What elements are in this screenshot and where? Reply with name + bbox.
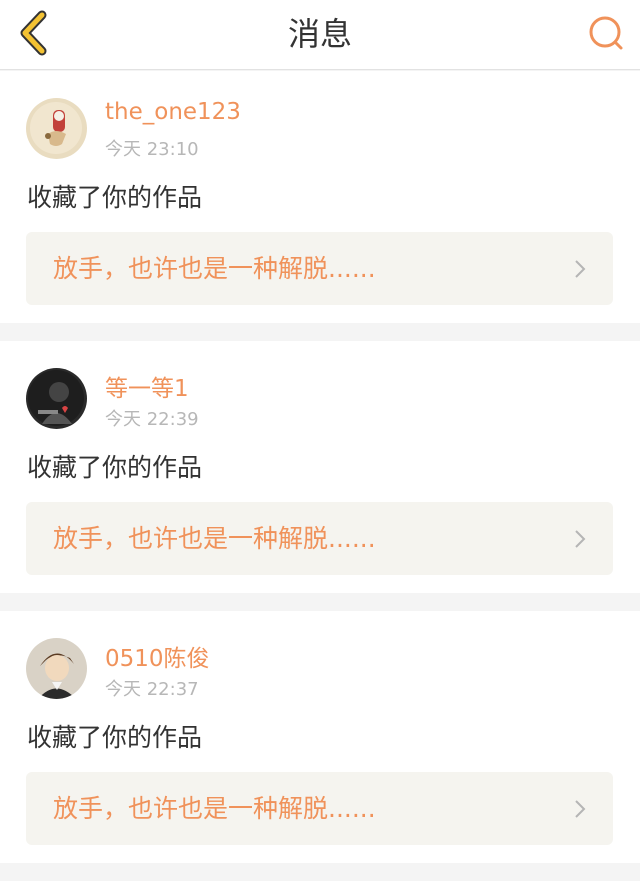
avatar-image [26, 98, 87, 159]
timestamp: 今天 23:10 [105, 139, 199, 160]
work-link[interactable]: 放手，也许也是一种解脱...... [26, 232, 613, 305]
avatar-image [26, 368, 87, 429]
work-link[interactable]: 放手，也许也是一种解脱...... [26, 772, 613, 845]
timestamp: 今天 22:39 [105, 409, 199, 430]
chevron-right-icon [575, 530, 586, 548]
page-title: 消息 [287, 15, 352, 53]
avatar[interactable] [26, 368, 87, 429]
work-link[interactable]: 放手，也许也是一种解脱...... [26, 502, 613, 575]
avatar[interactable] [26, 638, 87, 699]
action-text: 收藏了你的作品 [27, 453, 203, 482]
work-title: 放手，也许也是一种解脱...... [53, 794, 376, 823]
timestamp: 今天 22:37 [105, 679, 199, 700]
username[interactable]: 0510陈俊 [105, 639, 210, 673]
message-card: 0510陈俊 今天 22:37 收藏了你的作品 放手，也许也是一种解脱.....… [0, 611, 640, 863]
header-bar: 消息 [0, 0, 640, 70]
username[interactable]: the_one123 [105, 99, 241, 125]
message-list: the_one123 今天 23:10 收藏了你的作品 放手，也许也是一种解脱.… [0, 71, 640, 881]
work-title: 放手，也许也是一种解脱...... [53, 254, 376, 283]
search-icon [589, 16, 623, 50]
avatar-image [26, 638, 87, 699]
search-button[interactable] [586, 13, 626, 53]
message-card: 等一等1 今天 22:39 收藏了你的作品 放手，也许也是一种解脱...... [0, 341, 640, 593]
chevron-right-icon [575, 260, 586, 278]
action-text: 收藏了你的作品 [27, 723, 203, 752]
avatar[interactable] [26, 98, 87, 159]
action-text: 收藏了你的作品 [27, 183, 203, 212]
username[interactable]: 等一等1 [105, 369, 189, 403]
work-title: 放手，也许也是一种解脱...... [53, 524, 376, 553]
chevron-right-icon [575, 800, 586, 818]
message-card: the_one123 今天 23:10 收藏了你的作品 放手，也许也是一种解脱.… [0, 71, 640, 323]
